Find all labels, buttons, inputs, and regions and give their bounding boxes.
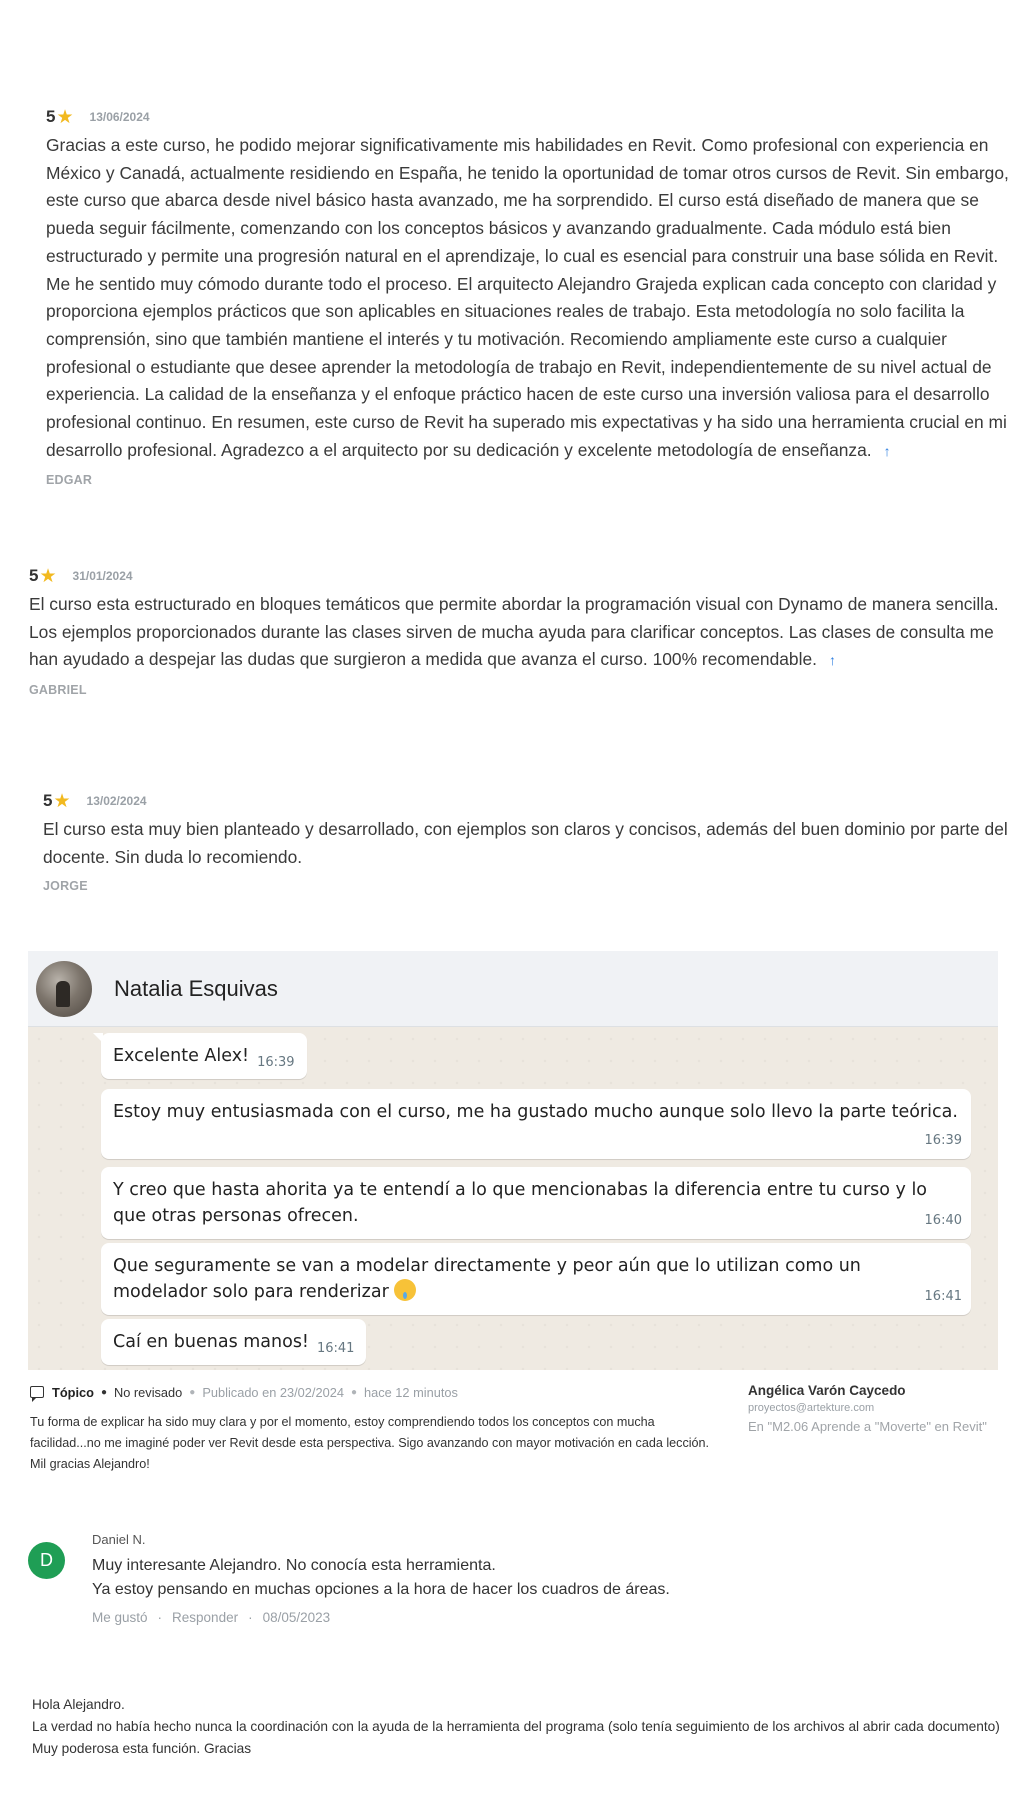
review-date: 13/06/2024: [89, 110, 150, 124]
feedback-note: Hola Alejandro. La verdad no había hecho…: [32, 1694, 1002, 1760]
review-text-content: El curso esta estructurado en bloques te…: [29, 594, 999, 670]
reply-button[interactable]: Responder: [172, 1610, 238, 1625]
message-time: 16:40: [924, 1213, 962, 1228]
star-icon: ★: [56, 106, 74, 128]
star-icon: ★: [53, 790, 71, 812]
review-date: 31/01/2024: [72, 569, 133, 583]
contact-avatar[interactable]: [36, 960, 92, 1017]
review-text: El curso esta estructurado en bloques te…: [29, 591, 1003, 675]
message-text: Estoy muy entusiasmada con el curso, me …: [113, 1102, 958, 1122]
chat-header: Natalia Esquivas: [28, 951, 998, 1027]
separator-dot: ●: [100, 1386, 107, 1398]
review-score: 5: [46, 107, 56, 126]
note-line: Hola Alejandro.: [32, 1697, 125, 1712]
avatar: D: [28, 1542, 65, 1579]
review-text-content: Gracias a este curso, he podido mejorar …: [46, 135, 1009, 460]
review-header: 5 ★ 31/01/2024: [29, 565, 1003, 587]
topic-author-panel: Angélica Varón Caycedo proyectos@artektu…: [748, 1383, 988, 1436]
separator-dot: ●: [189, 1386, 196, 1398]
review-author: GABRIEL: [29, 683, 87, 698]
comment-user: Daniel N.: [92, 1532, 146, 1547]
separator: ·: [248, 1610, 253, 1625]
message-text: Y creo que hasta ahorita ya te entendí a…: [113, 1180, 928, 1226]
review-header: 5 ★ 13/06/2024: [46, 106, 1012, 128]
topic-email: proyectos@artekture.com: [748, 1402, 875, 1414]
chat-screenshot: Natalia Esquivas Excelente Alex! 16:39 Es…: [28, 951, 998, 1370]
arrow-up-icon[interactable]: ↑: [829, 652, 836, 668]
separator: ·: [157, 1610, 163, 1625]
comment-text: Muy interesante Alejandro. No conocía es…: [92, 1554, 670, 1602]
contact-name[interactable]: Natalia Esquivas: [114, 976, 278, 1002]
speech-bubble-icon: [30, 1386, 44, 1402]
chat-message: Excelente Alex! 16:39: [93, 1033, 307, 1079]
arrow-up-icon[interactable]: ↑: [884, 443, 891, 459]
chat-message: Estoy muy entusiasmada con el curso, me …: [101, 1089, 971, 1159]
review-score: 5: [43, 791, 53, 810]
like-button[interactable]: Me gustó: [92, 1610, 148, 1625]
chat-message: Que seguramente se van a modelar directa…: [101, 1243, 971, 1315]
comment-body: Daniel N. Muy interesante Alejandro. No …: [92, 1532, 670, 1625]
chat-message: Y creo que hasta ahorita ya te entendí a…: [101, 1167, 971, 1239]
separator-dot: ●: [350, 1386, 357, 1398]
message-time: 16:39: [924, 1133, 962, 1148]
topic-status: No revisado: [114, 1384, 183, 1400]
topic-author[interactable]: Angélica Varón Caycedo: [748, 1383, 988, 1398]
comment-date: 08/05/2023: [262, 1610, 331, 1625]
comment-actions: Me gustó · Responder · 08/05/2023: [92, 1610, 670, 1625]
star-icon: ★: [39, 565, 57, 587]
comment-line: Muy interesante Alejandro. No conocía es…: [92, 1557, 496, 1574]
message-time: 16:41: [316, 1341, 355, 1356]
comment: D Daniel N. Muy interesante Alejandro. N…: [28, 1532, 748, 1642]
crying-face-emoji-icon: [394, 1279, 417, 1301]
review-author: EDGAR: [46, 473, 93, 488]
message-time: 16:39: [257, 1055, 295, 1070]
review-card: 5 ★ 13/02/2024 El curso esta muy bien pl…: [43, 790, 1009, 893]
review-card: 5 ★ 31/01/2024 El curso esta estructurad…: [29, 565, 1003, 697]
review-text: Gracias a este curso, he podido mejorar …: [46, 132, 1012, 465]
chat-message: Caí en buenas manos! 16:41: [101, 1319, 367, 1365]
message-text: Excelente Alex!: [113, 1046, 250, 1066]
review-header: 5 ★ 13/02/2024: [43, 790, 1009, 812]
message-text: Que seguramente se van a modelar directa…: [113, 1256, 861, 1302]
review-date: 13/02/2024: [86, 794, 147, 808]
topic-ago: hace 12 minutos: [364, 1384, 458, 1400]
note-line: La verdad no había hecho nunca la coordi…: [32, 1719, 1000, 1734]
comment-line: Ya estoy pensando en muchas opciones a l…: [92, 1581, 670, 1598]
message-text: Caí en buenas manos!: [113, 1332, 309, 1352]
note-line: Muy poderosa esta función. Gracias: [32, 1741, 252, 1756]
topic-published: Publicado en 23/02/2024: [202, 1384, 344, 1400]
review-text: El curso esta muy bien planteado y desar…: [43, 819, 1008, 867]
topic-lesson-link[interactable]: En "M2.06 Aprende a "Moverte" en Revit": [748, 1417, 988, 1436]
review-author: JORGE: [43, 879, 88, 894]
forum-topic: Tópico ● No revisado ● Publicado en 23/0…: [30, 1383, 990, 1483]
review-score: 5: [29, 566, 39, 585]
topic-body: Tu forma de explicar ha sido muy clara y…: [30, 1415, 710, 1471]
topic-label: Tópico: [52, 1384, 94, 1400]
review-card: 5 ★ 13/06/2024 Gracias a este curso, he …: [46, 106, 1012, 487]
message-time: 16:41: [924, 1289, 962, 1304]
